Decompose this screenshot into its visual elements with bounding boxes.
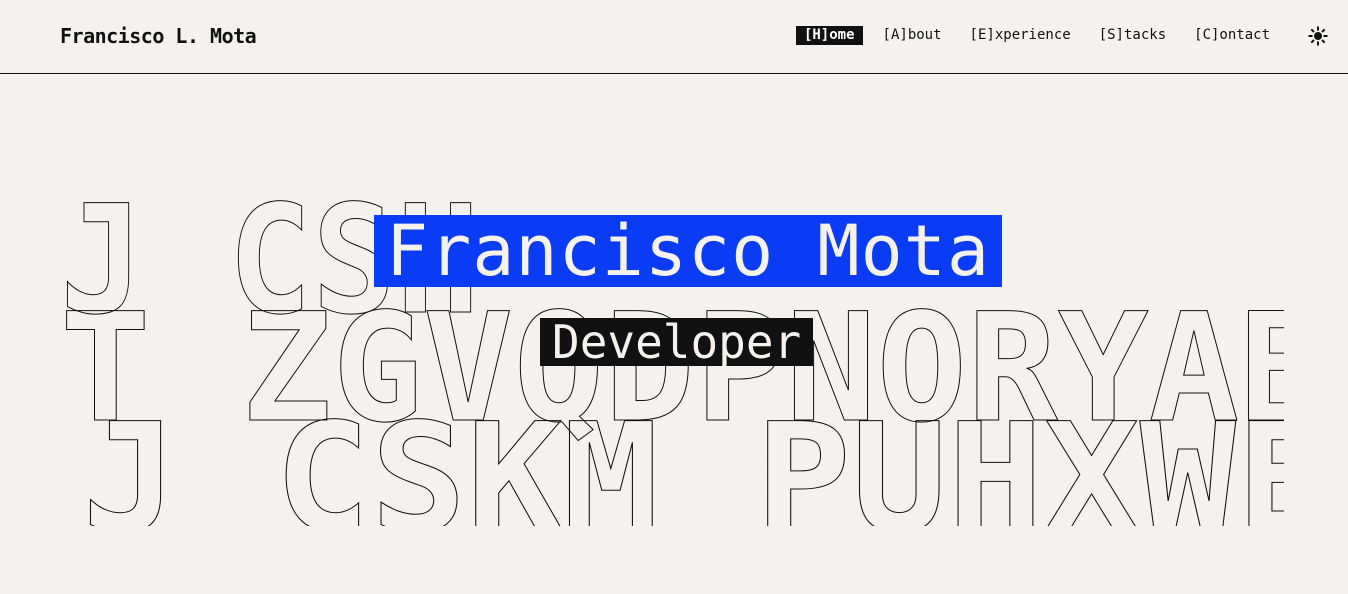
sun-icon [1308,26,1328,46]
theme-toggle-button[interactable] [1308,26,1328,46]
site-brand[interactable]: Francisco L. Mota [60,23,257,49]
site-header: Francisco L. Mota [H]ome [A]bout [E]xper… [0,0,1348,74]
nav-stacks[interactable]: [S]tacks [1091,26,1174,45]
hero-name: Francisco Mota [374,215,1003,287]
hero-role: Developer [540,318,814,366]
nav-contact[interactable]: [C]ontact [1186,26,1278,45]
main-nav: [H]ome [A]bout [E]xperience [S]tacks [C]… [784,26,1278,45]
nav-experience[interactable]: [E]xperience [962,26,1079,45]
nav-about[interactable]: [A]bout [875,26,950,45]
background-row-3: J CSKM PUHXWE [82,392,1284,526]
nav-home[interactable]: [H]ome [795,26,863,45]
